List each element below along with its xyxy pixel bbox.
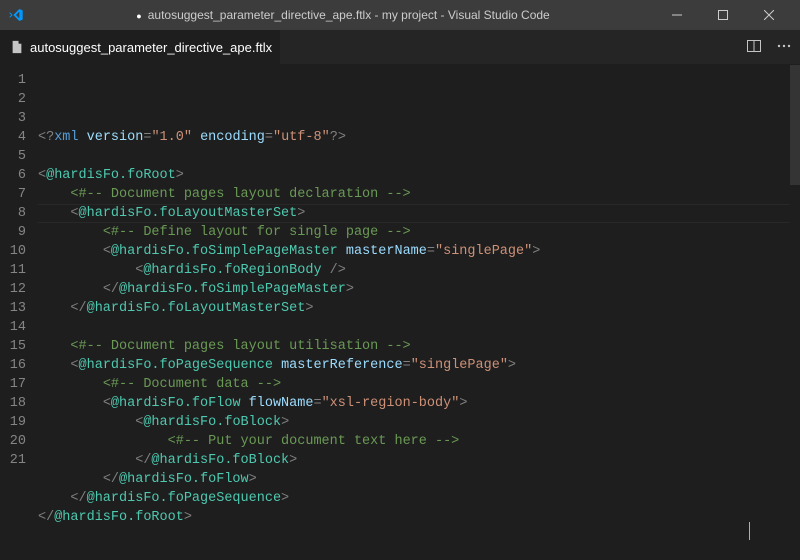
code-line[interactable]: </@hardisFo.foRoot> (38, 508, 800, 527)
editor[interactable]: 123456789101112131415161718192021 <?xml … (0, 65, 800, 560)
tabbar-actions (738, 30, 800, 64)
code-line[interactable]: </@hardisFo.foLayoutMasterSet> (38, 299, 800, 318)
window-controls (654, 0, 792, 30)
vscode-logo-icon (8, 7, 24, 23)
more-actions-icon[interactable] (776, 38, 792, 57)
line-number: 13 (0, 299, 26, 318)
line-number: 18 (0, 394, 26, 413)
code-line[interactable]: <#-- Define layout for single page --> (38, 223, 800, 242)
code-line[interactable]: <@hardisFo.foLayoutMasterSet> (38, 204, 800, 223)
code-line[interactable]: <@hardisFo.foBlock> (38, 413, 800, 432)
line-number: 10 (0, 242, 26, 261)
code-line[interactable]: </@hardisFo.foSimplePageMaster> (38, 280, 800, 299)
line-number: 3 (0, 109, 26, 128)
line-number: 7 (0, 185, 26, 204)
tab-filename: autosuggest_parameter_directive_ape.ftlx (30, 40, 272, 55)
line-number: 21 (0, 451, 26, 470)
line-number: 9 (0, 223, 26, 242)
code-line[interactable]: <#-- Put your document text here --> (38, 432, 800, 451)
code-line[interactable]: </@hardisFo.foFlow> (38, 470, 800, 489)
tab-active[interactable]: autosuggest_parameter_directive_ape.ftlx (0, 30, 280, 64)
line-number: 15 (0, 337, 26, 356)
code-line[interactable]: <#-- Document pages layout utilisation -… (38, 337, 800, 356)
window-titlebar: autosuggest_parameter_directive_ape.ftlx… (0, 0, 800, 30)
code-line[interactable] (38, 318, 800, 337)
code-line[interactable]: </@hardisFo.foPageSequence> (38, 489, 800, 508)
line-number: 8 (0, 204, 26, 223)
minimize-button[interactable] (654, 0, 700, 30)
code-line[interactable] (38, 147, 800, 166)
line-number-gutter: 123456789101112131415161718192021 (0, 65, 38, 560)
dirty-indicator-icon (136, 8, 147, 22)
line-number: 6 (0, 166, 26, 185)
code-line[interactable]: <@hardisFo.foSimplePageMaster masterName… (38, 242, 800, 261)
editor-tabbar: autosuggest_parameter_directive_ape.ftlx (0, 30, 800, 65)
code-line[interactable]: </@hardisFo.foBlock> (38, 451, 800, 470)
line-number: 1 (0, 71, 26, 90)
line-number: 19 (0, 413, 26, 432)
line-number: 16 (0, 356, 26, 375)
line-number: 17 (0, 375, 26, 394)
scrollbar-thumb[interactable] (790, 65, 800, 185)
line-number: 4 (0, 128, 26, 147)
window-title: autosuggest_parameter_directive_ape.ftlx… (32, 8, 654, 22)
code-line[interactable]: <#-- Document pages layout declaration -… (38, 185, 800, 204)
split-editor-icon[interactable] (746, 38, 762, 57)
close-button[interactable] (746, 0, 792, 30)
code-line[interactable]: <@hardisFo.foRoot> (38, 166, 800, 185)
line-number: 5 (0, 147, 26, 166)
maximize-button[interactable] (700, 0, 746, 30)
code-content[interactable]: <?xml version="1.0" encoding="utf-8"?> <@… (38, 65, 800, 560)
file-type-icon (10, 39, 24, 55)
code-line[interactable]: <#-- Document data --> (38, 375, 800, 394)
code-line[interactable]: <?xml version="1.0" encoding="utf-8"?> (38, 128, 800, 147)
line-number: 12 (0, 280, 26, 299)
code-line[interactable]: <@hardisFo.foFlow flowName="xsl-region-b… (38, 394, 800, 413)
vertical-scrollbar[interactable] (790, 65, 800, 560)
line-number: 14 (0, 318, 26, 337)
line-number: 20 (0, 432, 26, 451)
line-number: 11 (0, 261, 26, 280)
code-line[interactable]: <@hardisFo.foPageSequence masterReferenc… (38, 356, 800, 375)
code-line[interactable]: <@hardisFo.foRegionBody /> (38, 261, 800, 280)
line-number: 2 (0, 90, 26, 109)
